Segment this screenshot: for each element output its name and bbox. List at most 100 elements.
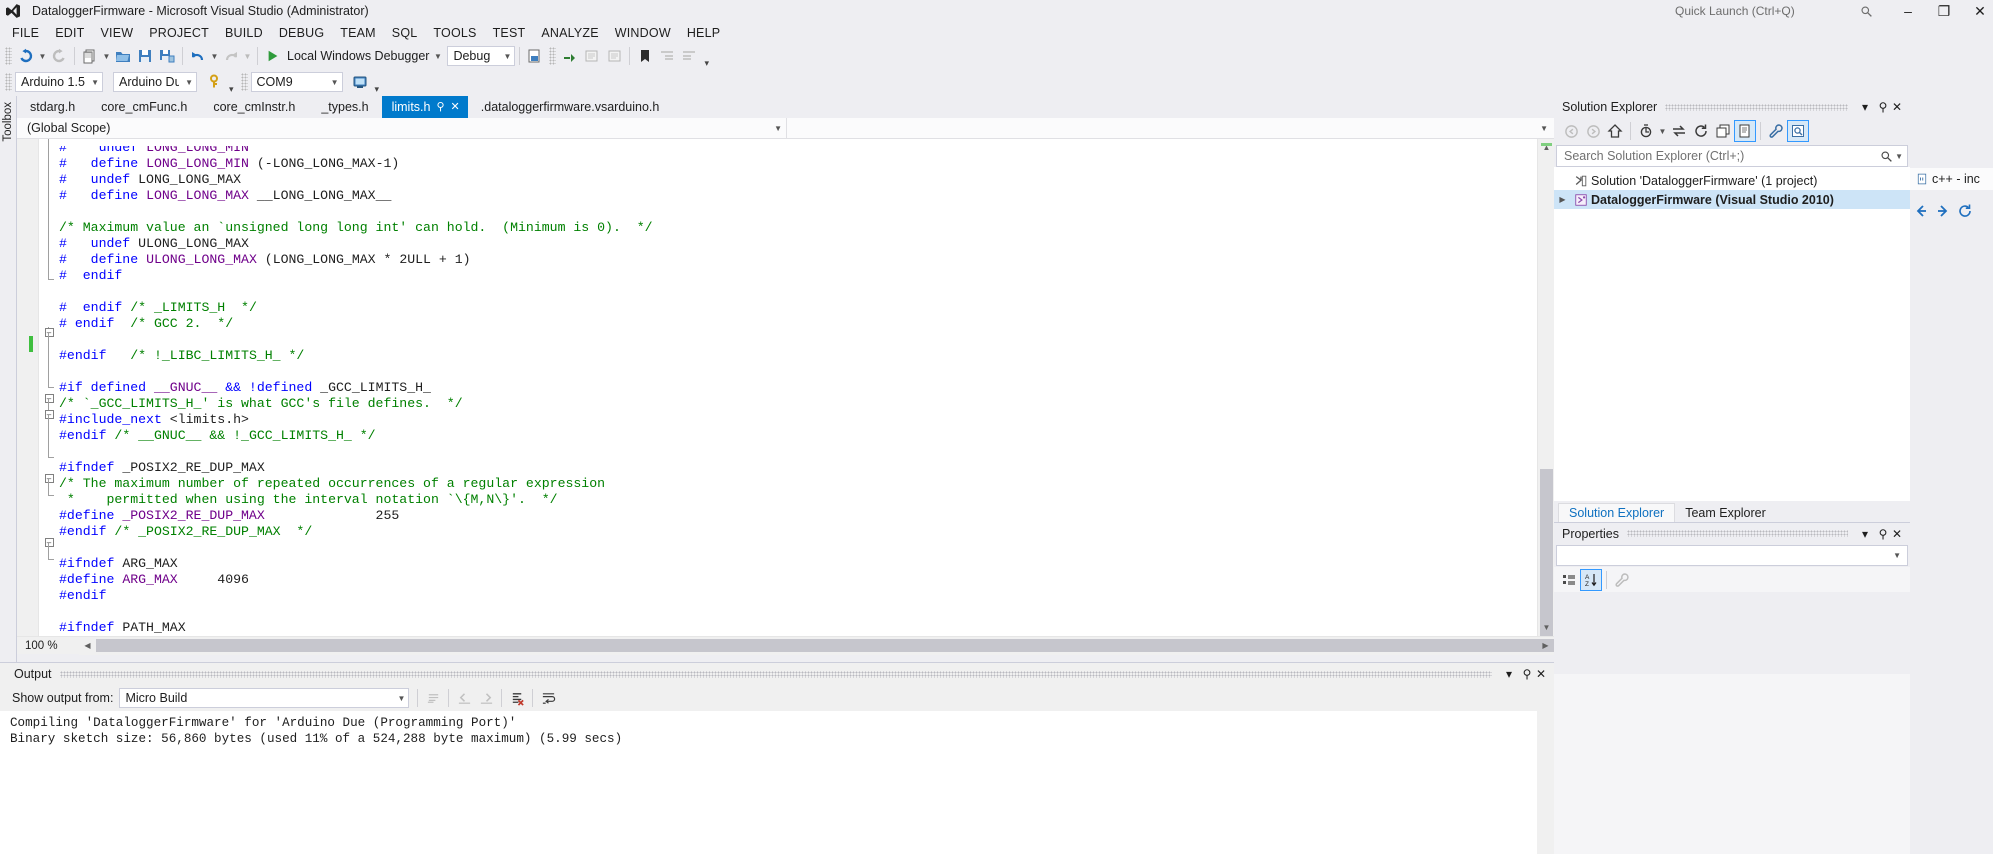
fold-collapse-icon[interactable]: – bbox=[44, 473, 54, 483]
close-icon[interactable]: ✕ bbox=[1536, 667, 1554, 681]
sync-with-active-document-icon[interactable] bbox=[1668, 120, 1690, 142]
toolbox-panel-collapsed[interactable]: Toolbox bbox=[0, 96, 17, 664]
scroll-left-icon[interactable]: ◀ bbox=[79, 637, 96, 655]
menu-item-tools[interactable]: TOOLS bbox=[425, 24, 484, 42]
editor-scroll-thumb[interactable] bbox=[1540, 469, 1553, 636]
start-debug-button[interactable]: Local Windows Debugger bbox=[284, 49, 432, 63]
configuration-combo[interactable]: Debug ▼ bbox=[447, 46, 516, 66]
menu-item-view[interactable]: VIEW bbox=[92, 24, 141, 42]
fold-collapse-icon[interactable]: – bbox=[44, 409, 54, 419]
navigate-back-icon[interactable] bbox=[1910, 200, 1932, 222]
bookmark-icon[interactable] bbox=[634, 45, 656, 67]
menu-item-build[interactable]: BUILD bbox=[217, 24, 271, 42]
toolbar-grip[interactable] bbox=[5, 47, 12, 65]
show-all-files-icon[interactable] bbox=[1734, 120, 1756, 142]
fold-collapse-icon[interactable]: – bbox=[44, 393, 54, 403]
panel-drag-handle[interactable] bbox=[1626, 530, 1848, 537]
solution-explorer-tree[interactable]: Solution 'DataloggerFirmware' (1 project… bbox=[1554, 167, 1910, 501]
fold-collapse-icon[interactable]: – bbox=[44, 537, 54, 547]
serial-monitor-icon[interactable] bbox=[349, 71, 371, 93]
clear-all-icon[interactable] bbox=[506, 687, 528, 709]
quick-launch-box[interactable]: Quick Launch (Ctrl+Q) bbox=[1673, 2, 1873, 20]
new-project-dropdown-icon[interactable]: ▼ bbox=[101, 52, 112, 61]
output-source-combo[interactable]: Micro Build ▼ bbox=[119, 688, 410, 708]
chevron-down-icon[interactable]: ▼ bbox=[179, 78, 193, 87]
start-debug-dropdown-icon[interactable]: ▼ bbox=[432, 52, 443, 61]
chevron-down-icon[interactable]: ▼ bbox=[1895, 152, 1903, 161]
menu-item-analyze[interactable]: ANALYZE bbox=[533, 24, 606, 42]
arduino-ide-version-combo[interactable]: Arduino 1.5.x ▼ bbox=[15, 72, 103, 92]
zoom-level[interactable]: 100 % bbox=[17, 640, 79, 652]
toolbar-overflow-icon[interactable]: ▾ bbox=[700, 58, 713, 69]
menu-item-sql[interactable]: SQL bbox=[384, 24, 426, 42]
open-file-icon[interactable] bbox=[112, 45, 134, 67]
code-text[interactable]: # undef LONG_LONG_MIN # define LONG_LONG_… bbox=[59, 139, 1536, 636]
solution-explorer-search-box[interactable]: Search Solution Explorer (Ctrl+;) ▼ bbox=[1556, 145, 1908, 167]
chevron-down-icon[interactable]: ▼ bbox=[1540, 124, 1548, 133]
chevron-down-icon[interactable]: ▼ bbox=[1893, 551, 1901, 560]
pin-icon[interactable]: ⚲ bbox=[1874, 527, 1892, 541]
toolbar-overflow-icon[interactable]: ▾ bbox=[371, 84, 384, 95]
window-controls[interactable]: – ❐ ✕ bbox=[1901, 0, 1987, 22]
editor-outlining-margin[interactable]: – – – – – bbox=[39, 139, 59, 636]
menu-item-team[interactable]: TEAM bbox=[332, 24, 384, 42]
save-icon[interactable] bbox=[134, 45, 156, 67]
menu-item-help[interactable]: HELP bbox=[679, 24, 728, 42]
step-into-icon[interactable] bbox=[559, 45, 581, 67]
toolbar-grip[interactable] bbox=[240, 73, 248, 91]
scope-combo[interactable]: (Global Scope) ▼ bbox=[17, 117, 787, 139]
dock-tab-solution-explorer[interactable]: Solution Explorer bbox=[1558, 503, 1676, 522]
scroll-down-icon[interactable]: ▼ bbox=[1538, 619, 1554, 636]
toolbox-label[interactable]: Toolbox bbox=[2, 102, 14, 142]
tree-item-solution[interactable]: Solution 'DataloggerFirmware' (1 project… bbox=[1554, 171, 1910, 190]
chevron-down-icon[interactable]: ▾ bbox=[1856, 527, 1874, 541]
alphabetical-sort-icon[interactable]: A Z bbox=[1580, 568, 1602, 591]
chevron-down-icon[interactable]: ▼ bbox=[85, 78, 99, 87]
auto-hide-tab-cpp-include[interactable]: c++ - inc bbox=[1910, 168, 1993, 190]
collapse-all-icon[interactable] bbox=[1712, 120, 1734, 142]
categorized-icon[interactable] bbox=[1558, 569, 1580, 591]
menu-item-edit[interactable]: EDIT bbox=[47, 24, 92, 42]
chevron-down-icon[interactable]: ▼ bbox=[392, 694, 406, 703]
editor-indicator-margin[interactable] bbox=[17, 139, 39, 636]
fold-collapse-icon[interactable]: – bbox=[44, 327, 54, 337]
pin-icon[interactable]: ⚲ bbox=[436, 101, 444, 113]
navigate-back-icon[interactable] bbox=[15, 45, 37, 67]
undo-icon[interactable] bbox=[187, 45, 209, 67]
pin-icon[interactable]: ⚲ bbox=[1874, 100, 1892, 114]
close-icon[interactable]: ✕ bbox=[451, 101, 460, 113]
chevron-down-icon[interactable]: ▼ bbox=[1657, 127, 1668, 136]
tab-stdarg-h[interactable]: stdarg.h bbox=[17, 96, 88, 118]
preview-selected-items-icon[interactable] bbox=[1787, 120, 1809, 142]
menu-item-test[interactable]: TEST bbox=[485, 24, 534, 42]
close-button[interactable]: ✕ bbox=[1973, 3, 1987, 20]
chevron-down-icon[interactable]: ▼ bbox=[325, 78, 339, 87]
tab-core-cminstr-h[interactable]: core_cmInstr.h bbox=[200, 96, 308, 118]
navigate-forward-icon[interactable] bbox=[1932, 200, 1954, 222]
dock-tab-team-explorer[interactable]: Team Explorer bbox=[1675, 504, 1776, 522]
menu-item-debug[interactable]: DEBUG bbox=[271, 24, 332, 42]
toggle-word-wrap-icon[interactable] bbox=[537, 687, 559, 709]
pending-changes-icon[interactable] bbox=[1635, 120, 1657, 142]
pin-icon[interactable]: ⚲ bbox=[1518, 667, 1536, 681]
properties-grid[interactable] bbox=[1554, 674, 1910, 854]
member-combo[interactable]: ▼ bbox=[787, 118, 1554, 139]
new-project-icon[interactable] bbox=[79, 45, 101, 67]
serial-port-combo[interactable]: COM9 ▼ bbox=[250, 72, 343, 92]
properties-wrench-icon[interactable] bbox=[1765, 120, 1787, 142]
scroll-right-icon[interactable]: ▶ bbox=[1537, 637, 1554, 655]
panel-drag-handle[interactable] bbox=[1665, 103, 1848, 111]
undo-dropdown-icon[interactable]: ▼ bbox=[209, 52, 220, 61]
quick-launch-input[interactable]: Quick Launch (Ctrl+Q) bbox=[1673, 4, 1795, 18]
arduino-board-combo[interactable]: Arduino Due ▼ bbox=[113, 72, 197, 92]
search-input[interactable]: Search Solution Explorer (Ctrl+;) bbox=[1564, 149, 1744, 163]
minimize-button[interactable]: – bbox=[1901, 3, 1915, 19]
chevron-down-icon[interactable]: ▼ bbox=[774, 124, 782, 133]
navigate-back-dropdown-icon[interactable]: ▼ bbox=[37, 52, 48, 61]
refresh-icon[interactable] bbox=[1690, 120, 1712, 142]
start-debug-play-icon[interactable] bbox=[262, 45, 284, 67]
refresh-icon[interactable] bbox=[1954, 200, 1976, 222]
editor-horizontal-scrollbar[interactable]: ◀ ▶ bbox=[79, 636, 1576, 655]
chevron-down-icon[interactable]: ▾ bbox=[1500, 667, 1518, 681]
scroll-up-icon[interactable]: ▲ bbox=[1538, 139, 1554, 156]
